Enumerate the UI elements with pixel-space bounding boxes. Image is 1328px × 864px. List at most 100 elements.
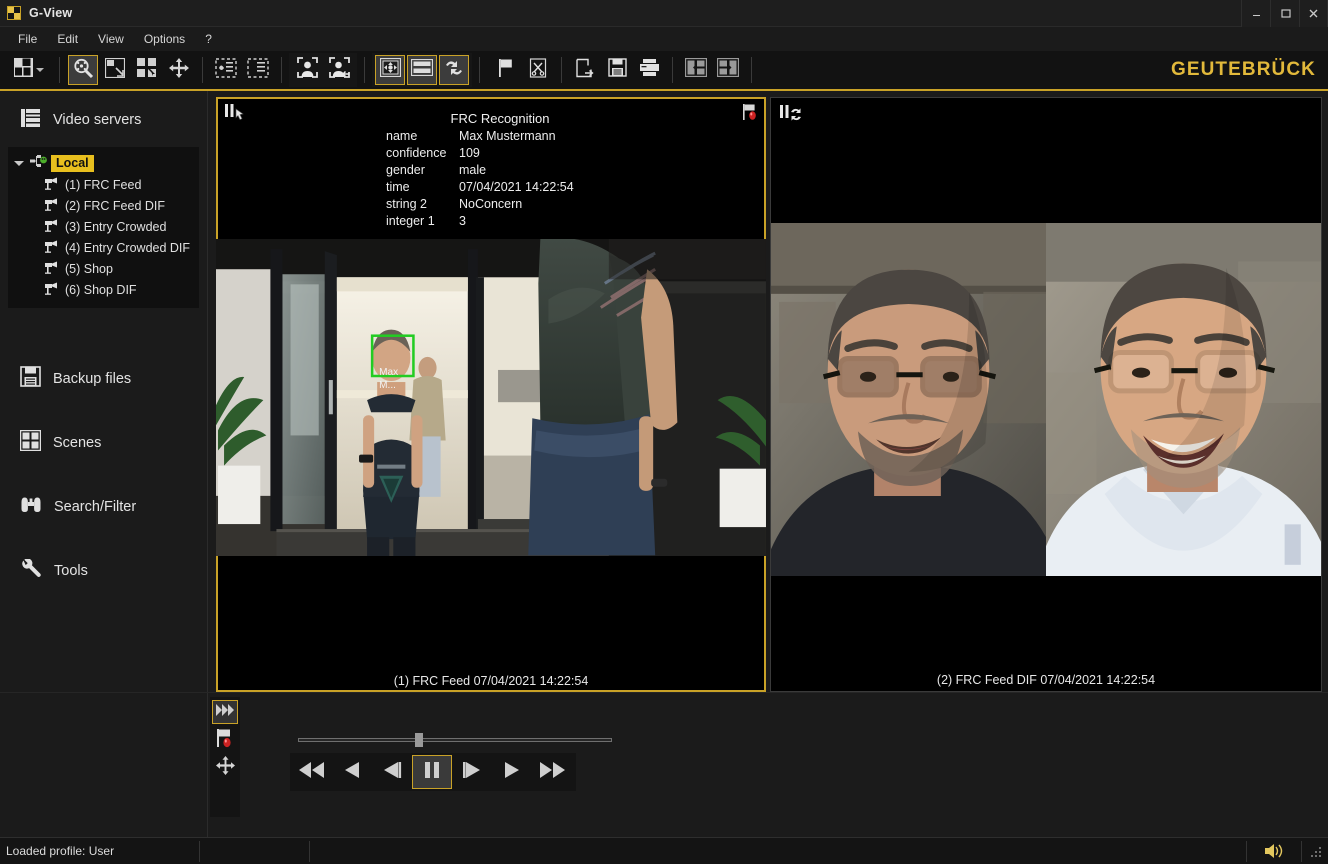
- save-button[interactable]: [602, 55, 632, 85]
- tree-item-label: (3) Entry Crowded: [65, 220, 166, 234]
- select-motion-area-button[interactable]: [211, 55, 241, 85]
- overlay-value: male: [459, 162, 766, 179]
- prev-panel-button[interactable]: [681, 55, 711, 85]
- fit-image-icon: [137, 58, 157, 83]
- seek-track: [298, 738, 612, 742]
- seek-slider[interactable]: [290, 733, 620, 745]
- face-enroll-button[interactable]: [324, 55, 354, 85]
- overlay-value: 109: [459, 145, 766, 162]
- sidebar-item-backup-files[interactable]: Backup files: [0, 356, 207, 402]
- alarm-flag-icon: [742, 103, 758, 126]
- step-backward-button[interactable]: [372, 755, 412, 789]
- sidebar-item-search-filter[interactable]: Search/Filter: [0, 484, 207, 530]
- menu-options[interactable]: Options: [134, 29, 195, 50]
- frc-recognition-overlay: FRC Recognition nameMax Mustermann confi…: [216, 111, 766, 230]
- speaker-on-icon[interactable]: [1246, 841, 1302, 862]
- tree-item-camera[interactable]: (1) FRC Feed: [8, 174, 199, 195]
- sidebar-item-tools[interactable]: Tools: [0, 548, 207, 594]
- menu-file[interactable]: File: [8, 29, 47, 50]
- pan-tilt-zoom-button[interactable]: [375, 55, 405, 85]
- rewind-fast-button[interactable]: [292, 755, 332, 789]
- scene-graphic: Max M...: [216, 239, 766, 556]
- pause-button[interactable]: [412, 755, 452, 789]
- layout-select-button[interactable]: [7, 55, 51, 85]
- video-grid: FRC Recognition nameMax Mustermann confi…: [208, 91, 1328, 692]
- tree-item-camera[interactable]: (5) Shop: [8, 258, 199, 279]
- seek-thumb[interactable]: [415, 733, 423, 747]
- floppy-save-icon: [20, 366, 41, 392]
- grid-layout-icon: [14, 58, 33, 82]
- face-frame-icon: [297, 57, 318, 83]
- pane-caption: (1) FRC Feed 07/04/2021 14:22:54: [216, 674, 766, 688]
- status-secondary: [200, 841, 310, 862]
- overlay-title: FRC Recognition: [216, 111, 766, 126]
- step-forward-button[interactable]: [452, 755, 492, 789]
- svg-text:M...: M...: [379, 380, 396, 391]
- tree-item-camera[interactable]: (4) Entry Crowded DIF: [8, 237, 199, 258]
- export-button[interactable]: [570, 55, 600, 85]
- toolbar-separator: [479, 57, 480, 83]
- tree-item-camera[interactable]: (6) Shop DIF: [8, 279, 199, 300]
- tree-item-camera[interactable]: (3) Entry Crowded: [8, 216, 199, 237]
- dashed-motion-icon: [215, 58, 237, 83]
- next-panel-button[interactable]: [713, 55, 743, 85]
- camera-icon: [44, 239, 59, 256]
- sync-arrows-icon: [443, 58, 465, 83]
- maximize-button[interactable]: [1270, 0, 1299, 27]
- flag-bookmark-button[interactable]: [491, 55, 521, 85]
- export-page-icon: [575, 58, 595, 83]
- pause-sync-overlay-icon: [779, 104, 807, 131]
- face-tools-group: [289, 53, 357, 87]
- alarm-flag-button[interactable]: [212, 728, 238, 752]
- select-region-button[interactable]: [243, 55, 273, 85]
- printer-icon: [639, 58, 660, 82]
- fit-image-button[interactable]: [132, 55, 162, 85]
- zoom-tool-button[interactable]: [68, 55, 98, 85]
- chevron-down-icon[interactable]: [14, 161, 24, 166]
- face-detect-button[interactable]: [292, 55, 322, 85]
- close-button[interactable]: [1299, 0, 1328, 27]
- pause-icon: [422, 760, 442, 785]
- menu-edit[interactable]: Edit: [47, 29, 88, 50]
- pause-overlay-icon: [224, 103, 252, 130]
- panel-left-icon: [685, 58, 707, 82]
- camera-icon: [44, 197, 59, 214]
- overlay-row: gendermale: [386, 162, 766, 179]
- overlay-key: confidence: [386, 145, 459, 162]
- status-right-group: [1246, 841, 1328, 862]
- sidebar-item-scenes[interactable]: Scenes: [0, 420, 207, 466]
- print-button[interactable]: [634, 55, 664, 85]
- tree-item-camera[interactable]: (2) FRC Feed DIF: [8, 195, 199, 216]
- sidebar: Video servers Loc: [0, 91, 208, 692]
- pan-tool-button[interactable]: [164, 55, 194, 85]
- play-button[interactable]: [492, 755, 532, 789]
- minimize-button[interactable]: [1241, 0, 1270, 27]
- split-view-button[interactable]: [407, 55, 437, 85]
- forward-double-icon: [538, 760, 566, 785]
- cut-clip-button[interactable]: [523, 55, 553, 85]
- play-back-icon: [342, 760, 362, 785]
- menu-help[interactable]: ?: [195, 29, 222, 50]
- magnifier-zoom-icon: [72, 57, 94, 84]
- application-window: G-View File Edit View Options ?: [0, 0, 1328, 864]
- menu-view[interactable]: View: [88, 29, 134, 50]
- picture-in-picture-button[interactable]: [100, 55, 130, 85]
- tree-root-local[interactable]: Local: [8, 153, 199, 174]
- sidebar-item-video-servers[interactable]: Video servers: [0, 97, 207, 143]
- forward-fast-button[interactable]: [532, 755, 572, 789]
- refresh-sync-button[interactable]: [439, 55, 469, 85]
- move-panel-button[interactable]: [212, 756, 238, 780]
- expand-panel-button[interactable]: [212, 700, 238, 724]
- video-pane-2[interactable]: (2) FRC Feed DIF 07/04/2021 14:22:54: [770, 97, 1322, 692]
- overlay-row: integer 13: [386, 213, 766, 230]
- overlay-key: time: [386, 179, 459, 196]
- tree-root-label: Local: [51, 155, 94, 172]
- play-icon: [502, 760, 522, 785]
- chevron-down-icon: [36, 68, 44, 72]
- pane-caption: (2) FRC Feed DIF 07/04/2021 14:22:54: [771, 673, 1321, 687]
- alarm-flag-icon: [216, 728, 234, 753]
- video-pane-1[interactable]: FRC Recognition nameMax Mustermann confi…: [216, 97, 766, 692]
- play-backward-button[interactable]: [332, 755, 372, 789]
- resize-grip-icon[interactable]: [1307, 843, 1323, 859]
- server-rack-icon: [20, 108, 41, 133]
